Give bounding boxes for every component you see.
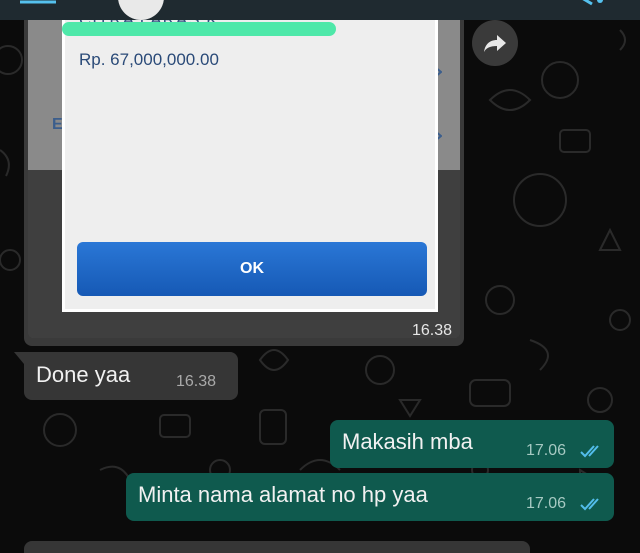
image-message-bubble[interactable]: E CITRA LARAS K... Rp. 67,000,000.00 OK … [24,20,464,346]
contact-avatar[interactable] [118,0,164,20]
back-arrow-icon[interactable] [20,0,60,6]
outgoing-message-bubble[interactable]: Minta nama alamat no hp yaa 17.06 [126,473,614,521]
transfer-confirmation-dialog: CITRA LARAS K... Rp. 67,000,000.00 OK [62,20,438,312]
message-time: 17.06 [526,495,567,512]
shared-screenshot-image[interactable]: E CITRA LARAS K... Rp. 67,000,000.00 OK [28,20,460,338]
message-text: Done yaa [36,362,131,387]
message-time: 16.38 [411,322,452,339]
double-check-icon [580,498,599,511]
message-time: 17.06 [526,442,567,459]
message-text: Makasih mba [342,429,473,454]
chat-header [0,0,640,20]
message-time: 16.38 [176,373,217,390]
outgoing-message-bubble[interactable]: Makasih mba 17.06 [330,420,614,468]
transfer-amount: Rp. 67,000,000.00 [79,50,219,69]
incoming-message-bubble[interactable]: Done yaa 16.38 [14,352,238,400]
forward-icon [484,35,506,52]
more-options-icon[interactable] [580,0,604,6]
double-check-icon [580,445,599,458]
bubble-tail [14,352,24,364]
message-text: Minta nama alamat no hp yaa [138,482,428,507]
forward-button[interactable] [472,20,518,66]
redaction-highlight [62,22,336,36]
dialog-ok-button: OK [77,242,427,296]
incoming-message-bubble-partial[interactable] [24,541,530,553]
